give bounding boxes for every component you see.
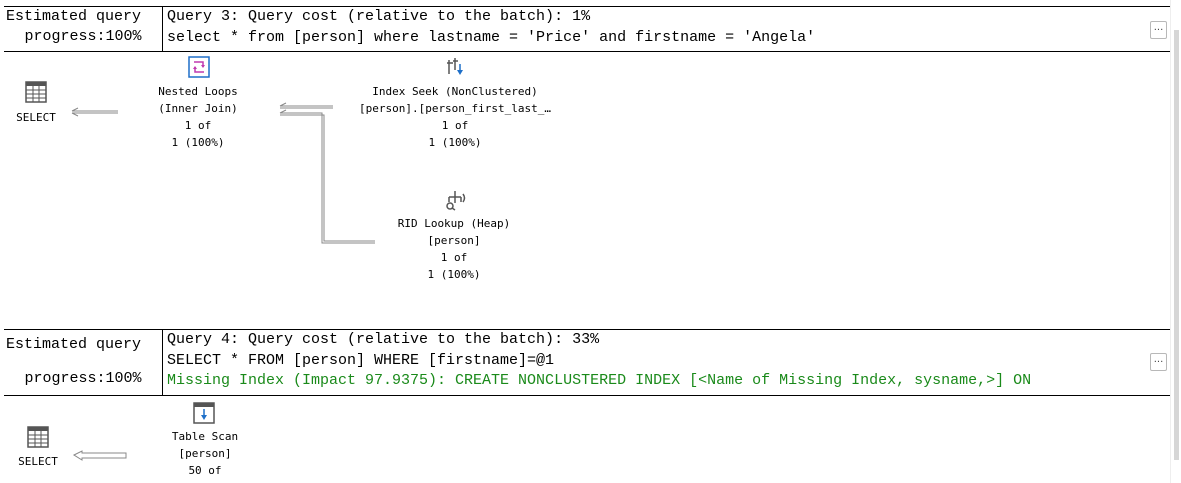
query-4-sql: SELECT * FROM [person] WHERE [firstname]… xyxy=(167,351,555,369)
index-seek-line2: [person].[person_first_last_… xyxy=(358,102,552,115)
query-4-expand-button[interactable]: ... xyxy=(1150,353,1167,371)
query-3-plan-connectors xyxy=(71,102,375,244)
table-scan-icon[interactable] xyxy=(193,402,215,428)
nested-loops-line3: 1 of xyxy=(184,119,212,132)
nested-loops-icon[interactable] xyxy=(188,56,210,82)
progress-label-line1: Estimated query xyxy=(6,336,142,353)
index-seek-line4: 1 (100%) xyxy=(428,136,482,149)
table-scan-line3: 50 of xyxy=(188,464,222,477)
select-result-icon[interactable] xyxy=(27,426,49,452)
table-scan-label[interactable]: Table Scan [person] 50 of xyxy=(150,428,260,479)
scrollbar-thumb[interactable] xyxy=(1174,30,1179,460)
query-4-header: Estimated query progress:100% Query 4: Q… xyxy=(4,329,1170,396)
query-4-text: Query 4: Query cost (relative to the bat… xyxy=(163,330,1170,395)
rid-lookup-icon[interactable] xyxy=(444,189,468,215)
rid-lookup-line4: 1 (100%) xyxy=(427,268,481,281)
arrow-select-tablescan xyxy=(72,450,127,461)
vertical-scrollbar[interactable] xyxy=(1170,0,1181,483)
missing-index-hint[interactable]: Missing Index (Impact 97.9375): CREATE N… xyxy=(167,371,1170,392)
progress-label-line2: progress:100% xyxy=(24,370,142,387)
nested-loops-line2: (Inner Join) xyxy=(158,102,238,115)
table-scan-line2: [person] xyxy=(178,447,232,460)
table-scan-line1: Table Scan xyxy=(171,430,239,443)
query-4-title: Query 4: Query cost (relative to the bat… xyxy=(167,331,600,348)
index-seek-line1: Index Seek (NonClustered) xyxy=(372,85,538,98)
query-4-progress: Estimated query progress:100% xyxy=(4,330,163,395)
select-node-label[interactable]: SELECT xyxy=(14,453,62,470)
nested-loops-label[interactable]: Nested Loops (Inner Join) 1 of 1 (100%) xyxy=(138,83,258,151)
index-seek-label[interactable]: Index Seek (NonClustered) [person].[pers… xyxy=(334,83,576,151)
rid-lookup-line3: 1 of xyxy=(440,251,468,264)
select-node-label[interactable]: SELECT xyxy=(12,109,60,126)
nested-loops-line4: 1 (100%) xyxy=(171,136,225,149)
rid-lookup-line1: RID Lookup (Heap) xyxy=(397,217,511,230)
select-result-icon[interactable] xyxy=(25,81,47,107)
nested-loops-line1: Nested Loops xyxy=(158,85,238,98)
index-seek-line3: 1 of xyxy=(441,119,469,132)
arrow-select-nested xyxy=(71,107,118,117)
rid-lookup-line2: [person] xyxy=(427,234,481,247)
index-seek-icon[interactable] xyxy=(445,56,467,82)
arrow-nested-seek xyxy=(279,102,333,109)
rid-lookup-label[interactable]: RID Lookup (Heap) [person] 1 of 1 (100%) xyxy=(374,215,534,283)
